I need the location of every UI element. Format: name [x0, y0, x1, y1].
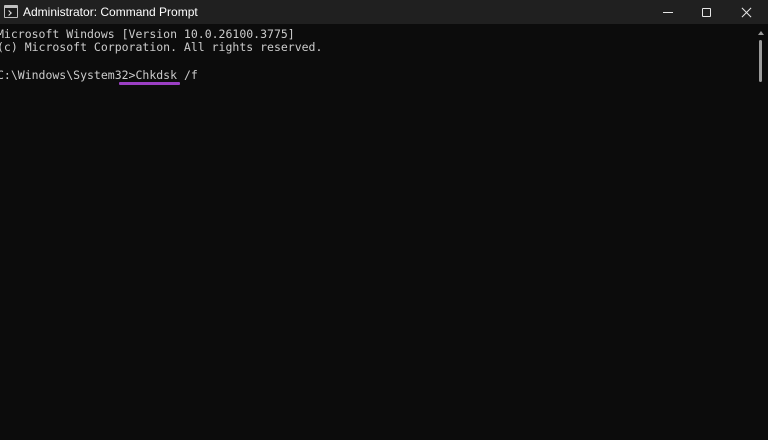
scroll-up-arrow-icon[interactable]	[758, 31, 764, 35]
console-output[interactable]: Microsoft Windows [Version 10.0.26100.37…	[0, 24, 747, 440]
terminal-icon[interactable]	[4, 5, 18, 18]
close-button[interactable]	[728, 0, 764, 24]
command-highlight-underline	[119, 82, 180, 85]
close-icon	[741, 7, 752, 18]
window-title: Administrator: Command Prompt	[23, 5, 198, 19]
maximize-icon	[701, 7, 711, 17]
title-bar[interactable]: Administrator: Command Prompt	[0, 0, 768, 24]
command-prompt-window: Administrator: Command Prompt Microsoft …	[0, 0, 768, 440]
maximize-button[interactable]	[688, 0, 724, 24]
scroll-thumb[interactable]	[759, 40, 762, 82]
minimize-icon	[663, 11, 673, 13]
typed-command[interactable]: Chkdsk /f	[135, 68, 197, 82]
command-line[interactable]: C:\Windows\System32>Chkdsk /f	[0, 68, 198, 83]
minimize-button[interactable]	[650, 0, 686, 24]
vertical-scrollbar[interactable]	[754, 24, 768, 440]
prompt-path: C:\Windows\System32>	[0, 68, 136, 82]
console-line-copyright: (c) Microsoft Corporation. All rights re…	[0, 40, 323, 54]
